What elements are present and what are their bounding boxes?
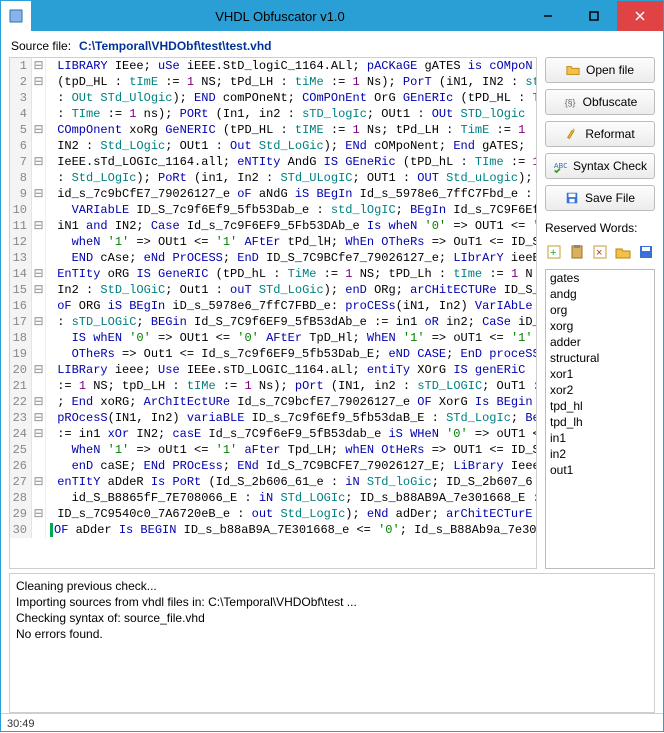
svg-text:{§}: {§} [564,98,575,108]
code-line[interactable]: 26 enD caSE; ENd PROcEss; ENd Id_S_7C9BC… [10,458,536,474]
code-line[interactable]: 25 WheN '1' => oUt1 <= '1' aFter Tpd_LH;… [10,442,536,458]
console-line: No errors found. [16,626,648,642]
reserved-word-item[interactable]: xor2 [546,382,654,398]
close-button[interactable] [617,1,663,31]
code-line[interactable]: 17⊟ : sTD_LOGiC; BEGin Id_S_7C9f6EF9_5fB… [10,314,536,330]
code-line[interactable]: 28 id_S_B8865fF_7E708066_E : iN STd_LOGI… [10,490,536,506]
reserved-word-item[interactable]: xorg [546,318,654,334]
code-line[interactable]: 23⊟ pROcesS(IN1, In2) variaBLE ID_s_7c9f… [10,410,536,426]
reserved-word-item[interactable]: org [546,302,654,318]
code-line[interactable]: 7⊟ IeEE.sTd_LOGIc_1164.all; eNTIty AndG … [10,154,536,170]
code-line[interactable]: 19 OTheRs => Out1 <= Id_s_7c9f6EF9_5fb53… [10,346,536,362]
code-line[interactable]: 14⊟ EnTIty oRG IS GeneRIC (tPD_hL : TiMe… [10,266,536,282]
app-icon [1,1,31,31]
titlebar: VHDL Obfuscator v1.0 [1,1,663,31]
save-file-button[interactable]: Save File [545,185,655,211]
source-label: Source file: [11,39,71,53]
reserved-word-item[interactable]: in1 [546,430,654,446]
reserved-word-item[interactable]: tpd_hl [546,398,654,414]
remove-word-icon[interactable]: × [591,243,609,261]
console-line: Checking syntax of: source_file.vhd [16,610,648,626]
open-file-label: Open file [586,63,634,77]
code-line[interactable]: 29⊟ ID_s_7C9540c0_7A6720eB_e : out Std_L… [10,506,536,522]
code-line[interactable]: 5⊟ COmpOnent xoRg GeNERIC (tPD_HL : tIME… [10,122,536,138]
code-line[interactable]: 20⊟ LIBRary ieee; Use IEEe.sTD_LOGIC_116… [10,362,536,378]
code-line[interactable]: 6 IN2 : Std_LOgic; OUt1 : Out Std_LoGic)… [10,138,536,154]
code-line[interactable]: 16 oF ORG iS BEgIn iD_s_5978e6_7ffC7FBD_… [10,298,536,314]
console-line: Cleaning previous check... [16,578,648,594]
code-line[interactable]: 1⊟ LIBRARY IEee; uSe iEEE.StD_logiC_1164… [10,58,536,74]
add-word-icon[interactable]: + [545,243,563,261]
cursor-position: 30:49 [7,718,35,730]
reserved-word-item[interactable]: xor1 [546,366,654,382]
reserved-word-item[interactable]: gates [546,270,654,286]
obfuscate-button[interactable]: {§} Obfuscate [545,89,655,115]
code-line[interactable]: 18 IS whEN '0' => OUt1 <= '0' AFtEr TpD_… [10,330,536,346]
open-list-icon[interactable] [614,243,632,261]
side-panel: Open file {§} Obfuscate Reformat ABC Syn… [545,57,655,569]
source-path: C:\Temporal\VHDObf\test\test.vhd [79,39,653,53]
code-line[interactable]: 15⊟ In2 : StD_lOGiC; Out1 : ouT STd_LoGi… [10,282,536,298]
code-line[interactable]: 9⊟ id_s_7c9bCfE7_79026127_e oF aNdG iS B… [10,186,536,202]
reserved-words-toolbar: + × [545,241,655,263]
maximize-button[interactable] [571,1,617,31]
status-bar: 30:49 [1,713,663,733]
code-line[interactable]: 30OF aDder Is BEGIN ID_s_b88aB9A_7E30166… [10,522,536,538]
save-list-icon[interactable] [637,243,655,261]
code-line[interactable]: 22⊟ ; End xoRG; ArChItEctURe Id_s_7C9bcf… [10,394,536,410]
open-file-button[interactable]: Open file [545,57,655,83]
window-title: VHDL Obfuscator v1.0 [35,9,525,24]
reformat-label: Reformat [585,127,634,141]
reserved-word-item[interactable]: andg [546,286,654,302]
code-line[interactable]: 2⊟ (tpD_HL : tImE := 1 NS; tPd_LH : tiMe… [10,74,536,90]
minimize-button[interactable] [525,1,571,31]
code-line[interactable]: 27⊟ enTItY aDdeR Is PoRt (Id_S_2b606_61_… [10,474,536,490]
code-line[interactable]: 12 wheN '1' => OUt1 <= '1' AFtEr tPd_lH;… [10,234,536,250]
reformat-button[interactable]: Reformat [545,121,655,147]
reserved-words-list[interactable]: gatesandgorgxorgadderstructuralxor1xor2t… [545,269,655,569]
code-line[interactable]: 11⊟ iN1 and IN2; Case Id_s_7c9F6EF9_5Fb5… [10,218,536,234]
console-output: Cleaning previous check...Importing sour… [9,573,655,713]
reserved-word-item[interactable]: in2 [546,446,654,462]
reserved-word-item[interactable]: adder [546,334,654,350]
svg-text:+: + [550,247,556,259]
reserved-word-item[interactable]: out1 [546,462,654,478]
source-bar: Source file: C:\Temporal\VHDObf\test\tes… [1,31,663,57]
reserved-words-label: Reserved Words: [545,221,655,235]
syntax-check-button[interactable]: ABC Syntax Check [545,153,655,179]
code-editor[interactable]: 1⊟ LIBRARY IEee; uSe iEEE.StD_logiC_1164… [9,57,537,569]
code-line[interactable]: 13 END cAse; eNd PrOCESS; EnD ID_S_7C9BC… [10,250,536,266]
obfuscate-label: Obfuscate [583,95,638,109]
code-line[interactable]: 4 : TIme := 1 ns); PORt (In1, in2 : sTD_… [10,106,536,122]
svg-text:ABC: ABC [554,163,567,170]
console-line: Importing sources from vhdl files in: C:… [16,594,648,610]
reserved-word-item[interactable]: tpd_lh [546,414,654,430]
svg-text:×: × [596,247,602,259]
paste-icon[interactable] [568,243,586,261]
syntax-check-label: Syntax Check [573,159,647,173]
code-line[interactable]: 24⊟ := in1 xOr IN2; casE Id_s_7C9f6eF9_5… [10,426,536,442]
save-file-label: Save File [585,191,635,205]
code-line[interactable]: 3 : OUt STd_UlOgic); END comPOneNt; COmP… [10,90,536,106]
reserved-word-item[interactable]: structural [546,350,654,366]
code-line[interactable]: 8 : Std_LOgIc); PoRt (in1, In2 : STd_ULo… [10,170,536,186]
code-line[interactable]: 10 VARIabLE ID_S_7c9f6Ef9_5fb53Dab_e : s… [10,202,536,218]
code-line[interactable]: 21 := 1 NS; tpD_LH : tIMe := 1 Ns); pOrt… [10,378,536,394]
